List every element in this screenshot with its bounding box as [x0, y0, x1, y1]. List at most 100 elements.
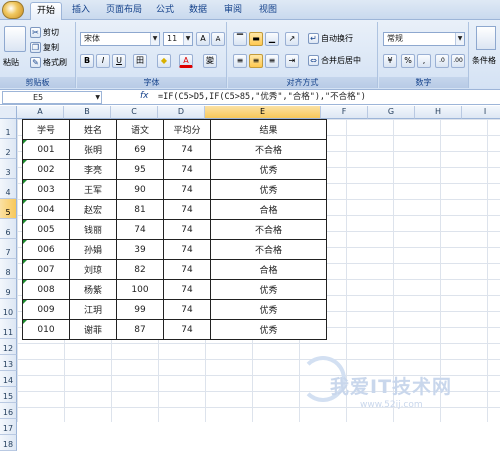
table-cell[interactable]: 74	[163, 159, 211, 180]
table-cell[interactable]: 刘琼	[69, 259, 117, 280]
row-header[interactable]: 18	[0, 435, 17, 451]
table-header-cell[interactable]: 学号	[22, 119, 70, 140]
tab-data[interactable]: 数据	[183, 2, 213, 20]
row-header[interactable]: 15	[0, 387, 17, 403]
currency-icon[interactable]: ¥	[383, 54, 397, 68]
table-cell[interactable]: 010	[22, 319, 70, 340]
table-cell[interactable]: 不合格	[210, 139, 327, 160]
table-cell[interactable]: 95	[116, 159, 164, 180]
percent-button[interactable]: %	[401, 54, 415, 68]
column-header[interactable]: D	[158, 106, 205, 119]
table-cell[interactable]: 杨紫	[69, 279, 117, 300]
table-cell[interactable]: 钱丽	[69, 219, 117, 240]
font-name-combo[interactable]: 宋体 ▼	[80, 32, 160, 46]
align-right-icon[interactable]: ≡	[265, 54, 279, 68]
table-cell[interactable]: 优秀	[210, 299, 327, 320]
wrap-text-button[interactable]: ↵ 自动换行	[308, 32, 353, 45]
row-header[interactable]: 1	[0, 119, 17, 139]
row-header[interactable]: 14	[0, 371, 17, 387]
table-cell[interactable]: 优秀	[210, 159, 327, 180]
align-left-icon[interactable]: ≡	[233, 54, 247, 68]
table-cell[interactable]: 009	[22, 299, 70, 320]
select-all-corner[interactable]	[0, 106, 17, 119]
fx-icon[interactable]: fx	[140, 91, 149, 101]
column-header[interactable]: C	[111, 106, 158, 119]
fill-color-button[interactable]: ◆	[157, 54, 171, 68]
column-header[interactable]: G	[368, 106, 415, 119]
table-cell[interactable]: 74	[163, 239, 211, 260]
formula-input[interactable]: =IF(C5>D5,IF(C5>85,"优秀","合格"),"不合格")	[158, 91, 366, 104]
table-header-cell[interactable]: 结果	[210, 119, 327, 140]
table-cell[interactable]: 孙娟	[69, 239, 117, 260]
table-cell[interactable]: 69	[116, 139, 164, 160]
table-header-cell[interactable]: 语文	[116, 119, 164, 140]
copy-button[interactable]: ❐ 复制	[30, 41, 59, 54]
row-header[interactable]: 7	[0, 239, 17, 259]
table-cell[interactable]: 008	[22, 279, 70, 300]
column-header[interactable]: E	[205, 106, 321, 119]
align-middle-icon[interactable]: ▬	[249, 32, 263, 46]
row-header[interactable]: 12	[0, 339, 17, 355]
increase-decimal-icon[interactable]: .0	[435, 54, 449, 68]
column-header[interactable]: I	[462, 106, 500, 119]
align-bottom-icon[interactable]: ▁	[265, 32, 279, 46]
row-header[interactable]: 16	[0, 403, 17, 419]
row-header[interactable]: 3	[0, 159, 17, 179]
font-color-button[interactable]: A	[179, 54, 193, 68]
column-header[interactable]: A	[17, 106, 64, 119]
table-header-cell[interactable]: 平均分	[163, 119, 211, 140]
italic-button[interactable]: I	[96, 54, 110, 68]
column-header[interactable]: B	[64, 106, 111, 119]
bold-button[interactable]: B	[80, 54, 94, 68]
table-cell[interactable]: 谢菲	[69, 319, 117, 340]
table-cell[interactable]: 74	[163, 319, 211, 340]
table-cell[interactable]: 74	[116, 219, 164, 240]
column-header[interactable]: F	[321, 106, 368, 119]
table-cell[interactable]: 100	[116, 279, 164, 300]
table-cell[interactable]: 87	[116, 319, 164, 340]
table-cell[interactable]: 001	[22, 139, 70, 160]
border-button[interactable]: 田	[133, 54, 147, 68]
tab-insert[interactable]: 插入	[66, 2, 96, 20]
table-cell[interactable]: 006	[22, 239, 70, 260]
row-header[interactable]: 2	[0, 139, 17, 159]
table-cell[interactable]: 74	[163, 139, 211, 160]
row-header[interactable]: 17	[0, 419, 17, 435]
column-header[interactable]: H	[415, 106, 462, 119]
table-cell[interactable]: 74	[163, 179, 211, 200]
table-cell[interactable]: 王军	[69, 179, 117, 200]
row-header[interactable]: 10	[0, 299, 17, 319]
paste-button[interactable]: 粘贴	[3, 56, 19, 69]
align-center-icon[interactable]: ≡	[249, 54, 263, 68]
decrease-decimal-icon[interactable]: .00	[451, 54, 465, 68]
row-header[interactable]: 11	[0, 319, 17, 339]
row-header[interactable]: 8	[0, 259, 17, 279]
conditional-format-button[interactable]: 条件格	[472, 54, 496, 67]
table-cell[interactable]: 赵宏	[69, 199, 117, 220]
merge-center-button[interactable]: ⇔ 合并后居中	[308, 54, 361, 67]
table-header-cell[interactable]: 姓名	[69, 119, 117, 140]
table-cell[interactable]: 优秀	[210, 179, 327, 200]
paste-icon[interactable]	[4, 26, 26, 52]
table-cell[interactable]: 优秀	[210, 319, 327, 340]
table-cell[interactable]: 合格	[210, 259, 327, 280]
table-cell[interactable]: 005	[22, 219, 70, 240]
table-cell[interactable]: 003	[22, 179, 70, 200]
table-cell[interactable]: 74	[163, 199, 211, 220]
cut-button[interactable]: ✂ 剪切	[30, 26, 59, 39]
table-cell[interactable]: 90	[116, 179, 164, 200]
conditional-format-icon[interactable]	[476, 26, 496, 50]
number-format-combo[interactable]: 常规 ▼	[383, 32, 465, 46]
row-header[interactable]: 13	[0, 355, 17, 371]
table-cell[interactable]: 82	[116, 259, 164, 280]
grow-font-button[interactable]: A	[196, 32, 210, 46]
comma-button[interactable]: ,	[417, 54, 431, 68]
table-cell[interactable]: 合格	[210, 199, 327, 220]
row-header[interactable]: 5	[0, 199, 17, 219]
orientation-icon[interactable]: ↗	[285, 32, 299, 46]
table-cell[interactable]: 江玥	[69, 299, 117, 320]
format-painter-button[interactable]: ✎ 格式刷	[30, 56, 67, 69]
font-size-combo[interactable]: 11 ▼	[163, 32, 193, 46]
row-header[interactable]: 6	[0, 219, 17, 239]
table-cell[interactable]: 74	[163, 299, 211, 320]
